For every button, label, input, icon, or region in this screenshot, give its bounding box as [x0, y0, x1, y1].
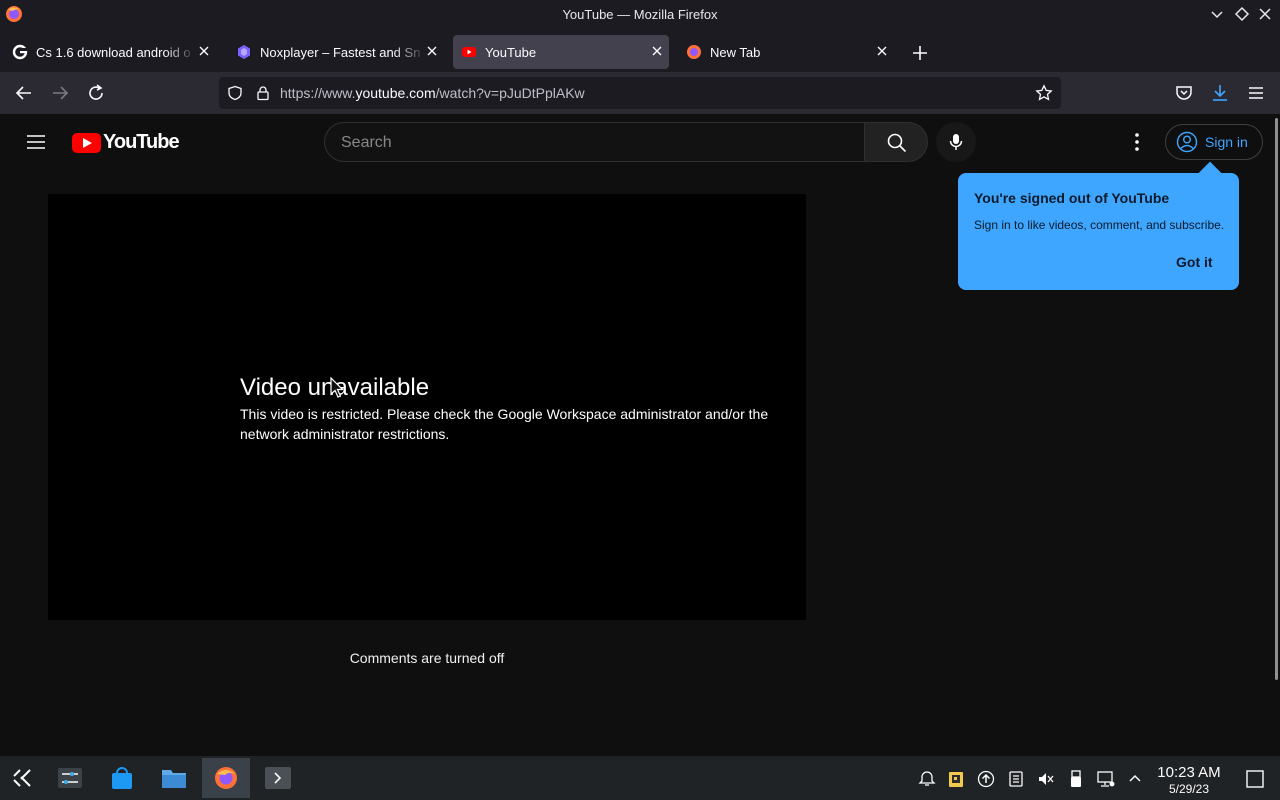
lock-icon[interactable]	[255, 85, 271, 101]
tab-label: New Tab	[710, 45, 761, 60]
settings-sliders-icon	[58, 768, 82, 788]
pocket-icon[interactable]	[1172, 81, 1196, 105]
reload-icon[interactable]	[84, 81, 108, 105]
tab-strip: Cs 1.6 download android o Noxplayer – Fa…	[0, 30, 1280, 72]
maximize-icon[interactable]	[1234, 6, 1250, 22]
tooltip-body: Sign in to like videos, comment, and sub…	[974, 218, 1225, 232]
search-icon	[887, 133, 907, 153]
guide-menu-icon[interactable]	[24, 130, 48, 154]
clock-date: 5/29/23	[1168, 782, 1210, 796]
bookmark-star-icon[interactable]	[1035, 84, 1053, 102]
noxplayer-icon	[238, 45, 250, 59]
sign-in-label: Sign in	[1205, 134, 1248, 150]
tab-label: Cs 1.6 download android o	[36, 45, 191, 60]
downloads-icon[interactable]	[1208, 81, 1232, 105]
tab-close-icon[interactable]	[196, 43, 212, 59]
file-manager-button[interactable]	[150, 758, 198, 798]
tab-close-icon[interactable]	[649, 43, 665, 59]
tab-label: Noxplayer – Fastest and Sn	[260, 45, 421, 60]
youtube-icon	[462, 47, 476, 57]
folder-icon	[162, 770, 186, 788]
account-circle-icon	[1176, 131, 1198, 153]
shopping-bag-icon	[112, 767, 132, 789]
signed-out-tooltip: You're signed out of YouTube Sign in to …	[958, 161, 1239, 290]
forward-arrow-icon[interactable]	[48, 81, 72, 105]
firefox-taskbar-button[interactable]	[202, 758, 250, 798]
firefox-icon	[687, 45, 701, 59]
google-g-icon	[12, 44, 28, 60]
window-title: YouTube — Mozilla Firefox	[562, 7, 718, 22]
taskbar: 10:23 AM 5/29/23	[0, 756, 1280, 800]
youtube-page: YouTube Sign in You're signed out of You…	[0, 114, 1272, 756]
tooltip-arrow	[1198, 161, 1222, 185]
youtube-logo-text: YouTube	[103, 131, 180, 153]
storage-device-icon[interactable]	[1007, 770, 1025, 788]
clock-time: 10:23 AM	[1157, 764, 1221, 781]
search-box[interactable]	[324, 122, 865, 162]
terminal-icon	[265, 767, 291, 789]
tab-close-icon[interactable]	[874, 43, 890, 59]
discover-store-button[interactable]	[98, 758, 146, 798]
back-arrow-icon[interactable]	[12, 81, 36, 105]
tab-noxplayer[interactable]: Noxplayer – Fastest and Sn	[228, 35, 444, 69]
system-settings-button[interactable]	[46, 758, 94, 798]
tray-expand-chevron-icon[interactable]	[1126, 770, 1144, 788]
shield-icon[interactable]	[227, 85, 243, 101]
page-scrollbar[interactable]	[1273, 114, 1280, 756]
minimize-icon[interactable]	[1209, 6, 1225, 22]
youtube-play-logo-icon	[72, 133, 101, 153]
url-text[interactable]: https://www.youtube.com/watch?v=pJuDtPpl…	[280, 85, 585, 101]
tooltip-heading: You're signed out of YouTube	[974, 190, 1170, 206]
network-wired-icon[interactable]	[1097, 770, 1115, 788]
tab-new-tab[interactable]: New Tab	[678, 35, 894, 69]
search-input[interactable]	[341, 132, 841, 154]
tab-cs-download[interactable]: Cs 1.6 download android o	[4, 35, 216, 69]
updates-icon[interactable]	[977, 770, 995, 788]
window-titlebar: YouTube — Mozilla Firefox	[0, 0, 1280, 30]
close-window-icon[interactable]	[1257, 6, 1273, 22]
new-tab-plus-icon[interactable]	[908, 41, 932, 65]
more-options-icon[interactable]	[1125, 130, 1149, 154]
hamburger-menu-icon[interactable]	[1244, 81, 1268, 105]
volume-muted-icon[interactable]	[1037, 770, 1055, 788]
notifications-bell-icon[interactable]	[918, 770, 936, 788]
steamdeck-launcher-icon	[13, 769, 31, 787]
video-player[interactable]: Video unavailable This video is restrict…	[48, 194, 806, 620]
navigation-toolbar: https://www.youtube.com/watch?v=pJuDtPpl…	[0, 72, 1280, 114]
clipboard-icon[interactable]	[947, 770, 965, 788]
firefox-icon	[215, 767, 237, 789]
tab-label: YouTube	[485, 45, 537, 60]
got-it-button[interactable]: Got it	[1176, 254, 1213, 270]
digital-clock[interactable]: 10:23 AM 5/29/23	[1150, 764, 1228, 796]
voice-search-button[interactable]	[936, 122, 976, 162]
usb-icon[interactable]	[1067, 770, 1085, 788]
terminal-button[interactable]	[254, 758, 302, 798]
video-restricted-message: This video is restricted. Please check t…	[240, 406, 769, 442]
show-desktop-icon[interactable]	[1245, 769, 1265, 789]
microphone-icon	[949, 134, 963, 150]
app-launcher-button[interactable]	[0, 758, 48, 798]
search-button[interactable]	[864, 122, 928, 162]
scrollbar-thumb[interactable]	[1275, 118, 1278, 680]
url-bar[interactable]: https://www.youtube.com/watch?v=pJuDtPpl…	[219, 77, 1061, 109]
tab-youtube[interactable]: YouTube	[453, 35, 669, 69]
mouse-cursor-icon	[330, 377, 344, 398]
tab-close-icon[interactable]	[424, 43, 440, 59]
sign-in-button[interactable]: Sign in	[1165, 124, 1263, 160]
comments-status: Comments are turned off	[349, 650, 505, 666]
